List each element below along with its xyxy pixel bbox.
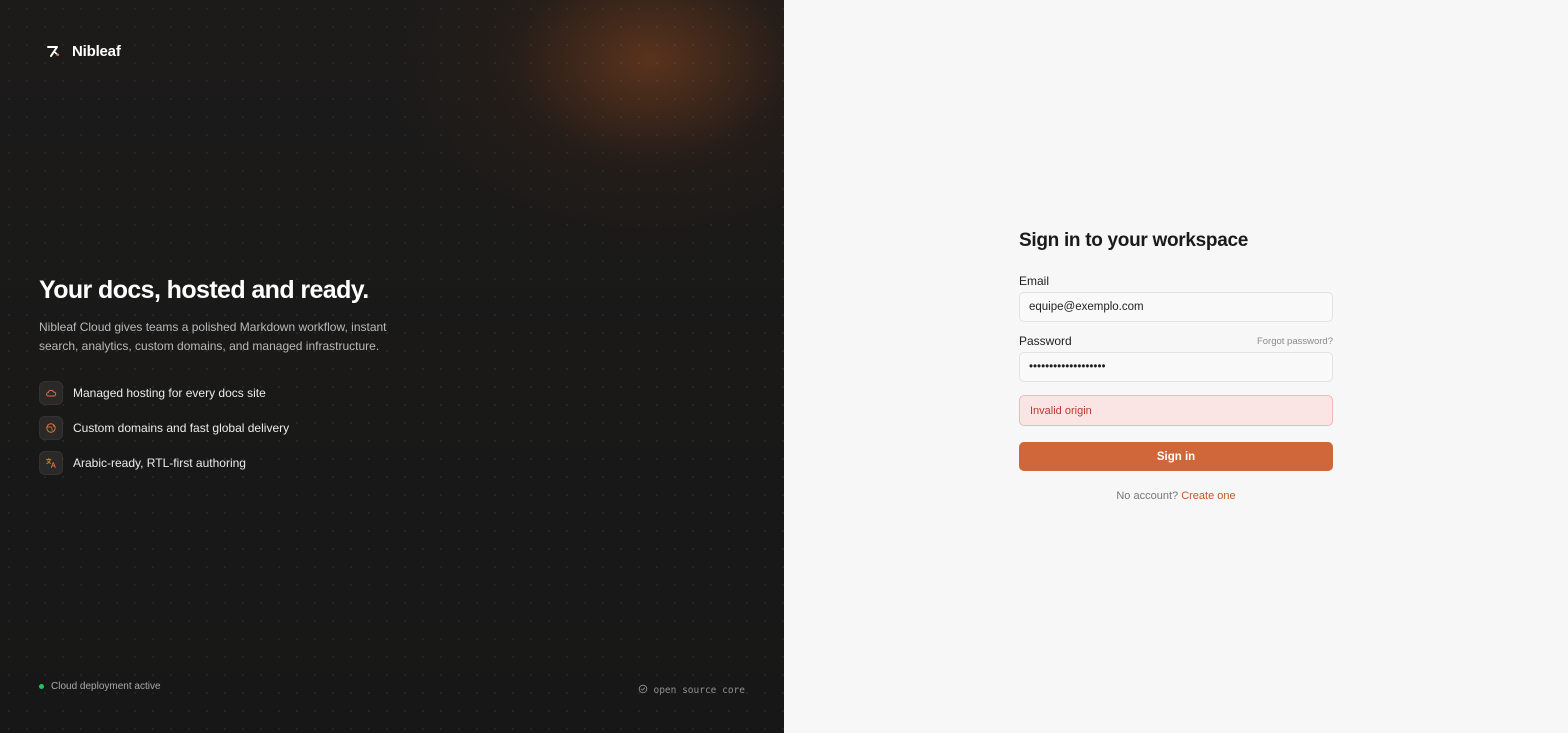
- feature-label: Custom domains and fast global delivery: [73, 421, 290, 435]
- feature-item-domains: Custom domains and fast global delivery: [39, 416, 439, 440]
- deployment-status: Cloud deployment active: [39, 681, 161, 692]
- signin-panel: Sign in to your workspace Email Password…: [784, 0, 1568, 733]
- signin-form: Sign in to your workspace Email Password…: [1019, 230, 1333, 502]
- hero-description: Nibleaf Cloud gives teams a polished Mar…: [39, 320, 387, 353]
- globe-icon: [39, 416, 63, 440]
- password-label: Password: [1019, 334, 1072, 348]
- error-message: Invalid origin: [1019, 395, 1333, 426]
- password-field[interactable]: [1019, 352, 1333, 382]
- brand-name: Nibleaf: [72, 42, 121, 60]
- sign-in-button[interactable]: Sign in: [1019, 442, 1333, 471]
- hero: Your docs, hosted and ready. Nibleaf Clo…: [39, 274, 439, 475]
- feature-item-rtl: Arabic-ready, RTL-first authoring: [39, 451, 439, 475]
- open-source-badge: open source core: [638, 681, 745, 699]
- feature-item-hosting: Managed hosting for every docs site: [39, 381, 439, 405]
- feather-pen-icon: [44, 42, 62, 60]
- cloud-icon: [39, 381, 63, 405]
- open-source-text: open source core: [653, 684, 745, 696]
- password-label-row: Password Forgot password?: [1019, 334, 1333, 348]
- status-dot-icon: [39, 684, 44, 689]
- feature-label: Arabic-ready, RTL-first authoring: [73, 456, 246, 470]
- feature-list: Managed hosting for every docs site Cust…: [39, 381, 439, 475]
- feature-label: Managed hosting for every docs site: [73, 386, 266, 400]
- hero-title: Your docs, hosted and ready.: [39, 276, 369, 304]
- email-field[interactable]: [1019, 292, 1333, 322]
- marketing-panel: Nibleaf Your docs, hosted and ready. Nib…: [0, 0, 784, 733]
- signin-title: Sign in to your workspace: [1019, 230, 1248, 251]
- create-account-row: No account? Create one: [1019, 490, 1333, 502]
- create-account-link[interactable]: Create one: [1181, 490, 1235, 502]
- no-account-text: No account?: [1116, 490, 1179, 502]
- email-label: Email: [1019, 274, 1050, 288]
- shield-check-icon: [638, 681, 648, 699]
- brand[interactable]: Nibleaf: [44, 42, 121, 60]
- status-text: Cloud deployment active: [51, 681, 161, 692]
- forgot-password-link[interactable]: Forgot password?: [1257, 336, 1333, 347]
- translate-icon: [39, 451, 63, 475]
